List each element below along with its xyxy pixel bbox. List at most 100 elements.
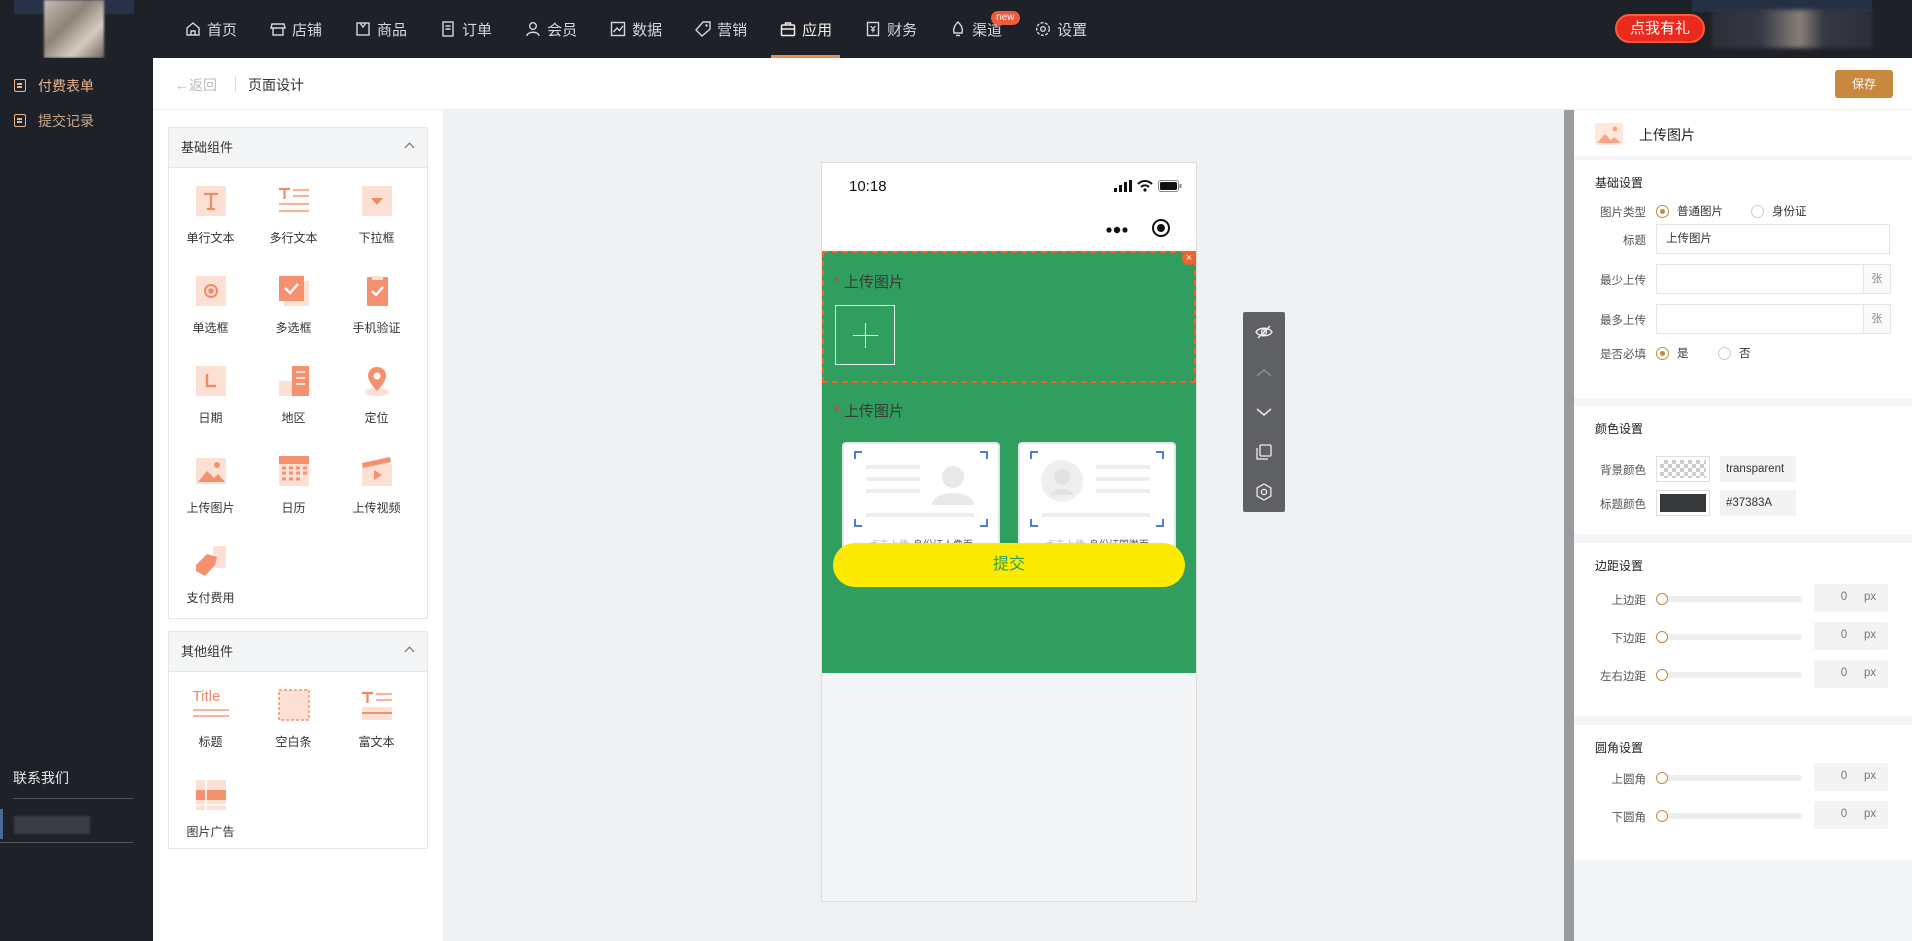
component-title[interactable]: Title 标题: [169, 687, 252, 777]
required-no-radio[interactable]: 否: [1718, 345, 1751, 361]
component-multi-text[interactable]: 多行文本: [252, 183, 335, 273]
component-label: 图片广告: [186, 825, 235, 839]
nav-data[interactable]: 数据: [601, 0, 670, 58]
single-text-icon: [195, 185, 227, 217]
slider-knob[interactable]: [1656, 772, 1668, 784]
bg-color-swatch[interactable]: [1656, 456, 1710, 482]
brand-logo[interactable]: [44, 0, 104, 58]
other-components-header[interactable]: 其他组件: [169, 632, 427, 672]
slider-knob[interactable]: [1656, 669, 1668, 681]
component-label: 日历: [281, 501, 306, 515]
margin-lr-input[interactable]: 0 px: [1814, 660, 1888, 688]
margin-bottom-slider[interactable]: [1656, 631, 1802, 643]
nav-order[interactable]: 订单: [431, 0, 500, 58]
upload-image-field-selected[interactable]: * 上传图片 ×: [822, 251, 1196, 383]
component-upload-image[interactable]: 上传图片: [169, 453, 252, 543]
min-upload-input[interactable]: [1656, 264, 1864, 294]
slider-knob[interactable]: [1656, 631, 1668, 643]
user-account-menu[interactable]: [1712, 10, 1872, 48]
id-card-upload-field[interactable]: *上传图片 点击上传身份证人像面 点击上传身份证国徽面 提交: [822, 383, 1196, 673]
title-color-value[interactable]: #37383A: [1720, 490, 1796, 516]
nav-settings[interactable]: 设置: [1026, 0, 1095, 58]
required-yes-radio[interactable]: 是: [1656, 345, 1689, 361]
phone-verify-icon: [361, 275, 393, 307]
contact-info: [0, 803, 133, 843]
slider-knob[interactable]: [1656, 593, 1668, 605]
basic-components-group: 基础组件 单行文本 多行文本 下拉框 单选框 多选框 手机验证 日期 地区 定位…: [168, 127, 428, 619]
component-blank[interactable]: 空白条: [252, 687, 335, 777]
sidebar-item-paid-form[interactable]: 付费表单: [0, 68, 153, 103]
component-dropdown[interactable]: 下拉框: [335, 183, 418, 273]
move-up-button[interactable]: [1243, 352, 1285, 392]
component-phone-verify[interactable]: 手机验证: [335, 273, 418, 363]
margin-top-input[interactable]: 0 px: [1814, 584, 1888, 612]
nav-channel[interactable]: 渠道 new: [941, 0, 1020, 58]
radius-bottom-row: 下圆角 0 px: [1574, 801, 1912, 831]
margin-top-slider[interactable]: [1656, 593, 1802, 605]
settings-button[interactable]: [1243, 472, 1285, 512]
sidebar-item-submissions[interactable]: 提交记录: [0, 103, 153, 138]
nav-member[interactable]: 会员: [516, 0, 585, 58]
component-single-text[interactable]: 单行文本: [169, 183, 252, 273]
capsule-close-icon[interactable]: [1151, 218, 1171, 241]
gift-button[interactable]: 点我有礼: [1615, 14, 1706, 43]
nav-finance[interactable]: 财务: [856, 0, 925, 58]
nav-goods[interactable]: 商品: [346, 0, 415, 58]
id-upload-field-label: * 上传图片: [834, 403, 904, 420]
component-image-ad[interactable]: 图片广告: [169, 777, 252, 867]
slider-knob[interactable]: [1656, 810, 1668, 822]
component-payment[interactable]: 支付费用: [169, 543, 252, 633]
nav-settings-label: 设置: [1057, 21, 1088, 39]
radius-top-slider[interactable]: [1656, 772, 1802, 784]
remove-field-icon[interactable]: ×: [1182, 251, 1196, 265]
nav-marketing[interactable]: 营销: [686, 0, 755, 58]
nav-store[interactable]: 店铺: [261, 0, 330, 58]
image-type-row: 图片类型 普通图片 身份证: [1574, 196, 1912, 226]
component-upload-video[interactable]: 上传视频: [335, 453, 418, 543]
component-calendar[interactable]: 日历: [252, 453, 335, 543]
basic-components-header[interactable]: 基础组件: [169, 128, 427, 168]
component-date[interactable]: 日期: [169, 363, 252, 453]
main-nav: 首页 店铺 商品 订单 会员 数据 营销 应用 财务 渠道 new 设置: [176, 0, 1111, 58]
nav-apps[interactable]: 应用: [771, 0, 841, 58]
back-button[interactable]: ←返回: [175, 75, 217, 95]
sidebar-item-label: 付费表单: [38, 77, 94, 94]
image-type-normal-radio[interactable]: 普通图片: [1656, 203, 1723, 219]
more-dots-icon[interactable]: [1105, 222, 1128, 237]
nav-home[interactable]: 首页: [176, 0, 245, 58]
move-down-button[interactable]: [1243, 392, 1285, 432]
submit-button[interactable]: 提交: [833, 543, 1185, 587]
canvas-scrollbar[interactable]: [1564, 110, 1574, 941]
contact-us[interactable]: 联系我们: [13, 768, 133, 799]
upload-plus-box[interactable]: [835, 305, 895, 365]
copy-icon: [1256, 444, 1272, 460]
component-label: 标题: [198, 735, 223, 749]
max-upload-input[interactable]: [1656, 304, 1864, 334]
radius-top-input[interactable]: 0 px: [1814, 763, 1888, 791]
component-label: 地区: [281, 411, 306, 425]
component-location[interactable]: 定位: [335, 363, 418, 453]
component-radio[interactable]: 单选框: [169, 273, 252, 363]
margin-bottom-input[interactable]: 0 px: [1814, 622, 1888, 650]
component-label: 单行文本: [186, 231, 235, 245]
margin-lr-slider[interactable]: [1656, 669, 1802, 681]
title-input[interactable]: 上传图片: [1656, 224, 1890, 254]
component-rich-text[interactable]: 富文本: [335, 687, 418, 777]
component-checkbox[interactable]: 多选框: [252, 273, 335, 363]
radio-checked-icon: [1656, 205, 1669, 219]
bg-color-value[interactable]: transparent: [1720, 456, 1796, 482]
radius-bottom-input[interactable]: 0 px: [1814, 801, 1888, 829]
component-region[interactable]: 地区: [252, 363, 335, 453]
home-icon: [184, 20, 202, 38]
store-icon: [269, 20, 287, 38]
toggle-visibility-button[interactable]: [1243, 312, 1285, 352]
radius-bottom-slider[interactable]: [1656, 810, 1802, 822]
title-color-label: 标题颜色: [1600, 499, 1646, 511]
image-type-idcard-radio[interactable]: 身份证: [1751, 203, 1807, 219]
title-color-swatch[interactable]: [1656, 490, 1710, 516]
save-button[interactable]: 保存: [1835, 70, 1893, 98]
radio-unchecked-icon: [1751, 205, 1764, 219]
status-time: 10:18: [849, 178, 887, 195]
copy-button[interactable]: [1243, 432, 1285, 472]
component-label: 上传视频: [352, 501, 401, 515]
